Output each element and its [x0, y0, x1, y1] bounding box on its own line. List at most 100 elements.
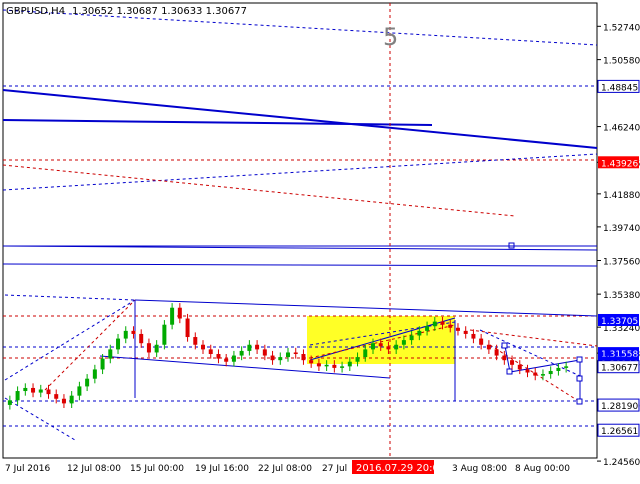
y-tick-label: 1.41880	[603, 191, 640, 201]
price-tag-label: 1.43926	[601, 159, 638, 169]
x-tick-label: 12 Jul 08:00	[67, 464, 121, 474]
symbol-label: GBPUSD,H4	[6, 6, 65, 17]
candle-body	[255, 344, 260, 350]
time-axis: 7 Jul 2016 12 Jul 08:00 15 Jul 00:00 19 Jul…	[5, 464, 570, 474]
candle-body	[108, 349, 113, 359]
candle-body	[309, 360, 314, 364]
y-tick-label: 1.46240	[603, 124, 640, 134]
y-tick-label: 1.24560	[603, 458, 640, 468]
candle-body	[247, 344, 252, 351]
candle-body	[7, 400, 12, 405]
candle-body	[324, 364, 329, 367]
candle-body	[185, 318, 190, 338]
candle-body	[494, 349, 499, 356]
candle-body	[15, 391, 20, 401]
candle-body	[100, 358, 105, 370]
candle-body	[401, 340, 406, 345]
candle-body	[239, 350, 244, 356]
candle-body	[394, 344, 399, 350]
candle-body	[510, 360, 515, 365]
candle-body	[92, 369, 97, 379]
candle-body	[355, 357, 360, 362]
candle-body	[463, 330, 468, 334]
trendline-main-descending	[2, 89, 598, 149]
candle-body	[440, 321, 445, 325]
candle-body	[347, 361, 352, 367]
candle-body	[293, 352, 298, 355]
channel-rising-dashed	[2, 153, 598, 191]
x-tick-label: 3 Aug 08:00	[452, 464, 507, 474]
forecast-point-4[interactable]	[576, 375, 583, 382]
candle-body	[177, 307, 182, 319]
price-tag-label: 1.48845	[601, 83, 638, 93]
price-chart[interactable]: 5 GBPUSD,H4 1.30652 1.30687 1.30633 1.30…	[0, 0, 640, 480]
x-tick-label: 27 Jul	[322, 464, 347, 474]
wave-label-5: 5	[383, 23, 398, 51]
x-tick-label: 15 Jul 00:00	[130, 464, 184, 474]
projection-lower-left	[4, 397, 76, 441]
candle-body	[170, 307, 175, 325]
channel-lower-solid	[2, 245, 598, 251]
candle-body	[502, 355, 507, 361]
candle-body	[208, 349, 213, 355]
forecast-point-2[interactable]	[506, 368, 513, 375]
x-tick-label: 8 Aug 00:00	[515, 464, 570, 474]
price-tag-label: 1.33705	[601, 317, 638, 327]
chart-window[interactable]: 5 GBPUSD,H4 1.30652 1.30687 1.30633 1.30…	[0, 0, 640, 480]
price-tag-label: 1.30677	[601, 364, 638, 374]
candle-body	[370, 343, 375, 350]
candle-body	[386, 346, 391, 350]
candle-body	[417, 330, 422, 336]
candle-body	[471, 333, 476, 339]
candle-body	[162, 324, 167, 345]
candle-body	[479, 338, 484, 345]
channel-red-dashed	[2, 164, 516, 217]
candle-body	[193, 337, 198, 345]
candle-body	[448, 324, 453, 328]
candle-body	[432, 321, 437, 327]
forecast-point-1[interactable]	[501, 342, 508, 349]
candle-body	[332, 364, 337, 368]
wedge-top-right	[134, 299, 598, 317]
candle-body	[61, 398, 66, 404]
y-tick-label: 1.52740	[603, 23, 640, 33]
candle-body	[131, 330, 136, 334]
candle-body	[301, 354, 306, 361]
wedge-lower-left	[4, 299, 136, 381]
wedge-red-rise	[44, 299, 136, 391]
timestamp-highlight-text: 2016.07.29 20:00	[356, 463, 445, 474]
forecast-point-5[interactable]	[576, 398, 583, 405]
candle-body	[286, 352, 290, 358]
price-tag-label: 1.26561	[601, 427, 638, 437]
candle-body	[363, 349, 368, 358]
x-tick-label: 19 Jul 16:00	[195, 464, 249, 474]
candle-body	[340, 366, 345, 368]
level-line-solid-2	[2, 263, 598, 267]
candle-body	[548, 370, 553, 375]
candle-body	[525, 369, 530, 373]
candle-body	[216, 354, 221, 359]
candle-body	[46, 389, 51, 395]
y-tick-label: 1.39740	[603, 224, 640, 234]
x-tick-label: 7 Jul 2016	[5, 464, 50, 474]
y-tick-label: 1.50580	[603, 57, 640, 67]
candle-body	[201, 344, 206, 350]
candle-body	[31, 387, 36, 393]
candle-body	[378, 343, 383, 347]
y-tick-label: 1.37560	[603, 258, 640, 268]
y-tick-label: 1.35380	[603, 291, 640, 301]
candle-body	[23, 387, 28, 392]
candle-body	[540, 374, 545, 376]
candle-body	[556, 367, 561, 371]
x-tick-label: 22 Jul 08:00	[258, 464, 312, 474]
candle-body	[224, 358, 229, 362]
candle-body	[278, 357, 283, 361]
candle-body	[486, 344, 491, 350]
candle-body	[517, 364, 522, 370]
candle-body	[262, 349, 267, 356]
forecast-point-3[interactable]	[576, 356, 583, 363]
candle-body	[564, 366, 569, 368]
price-tag-label: 1.28190	[601, 402, 638, 412]
plot-area-border	[2, 2, 598, 459]
candle-body	[231, 355, 236, 362]
